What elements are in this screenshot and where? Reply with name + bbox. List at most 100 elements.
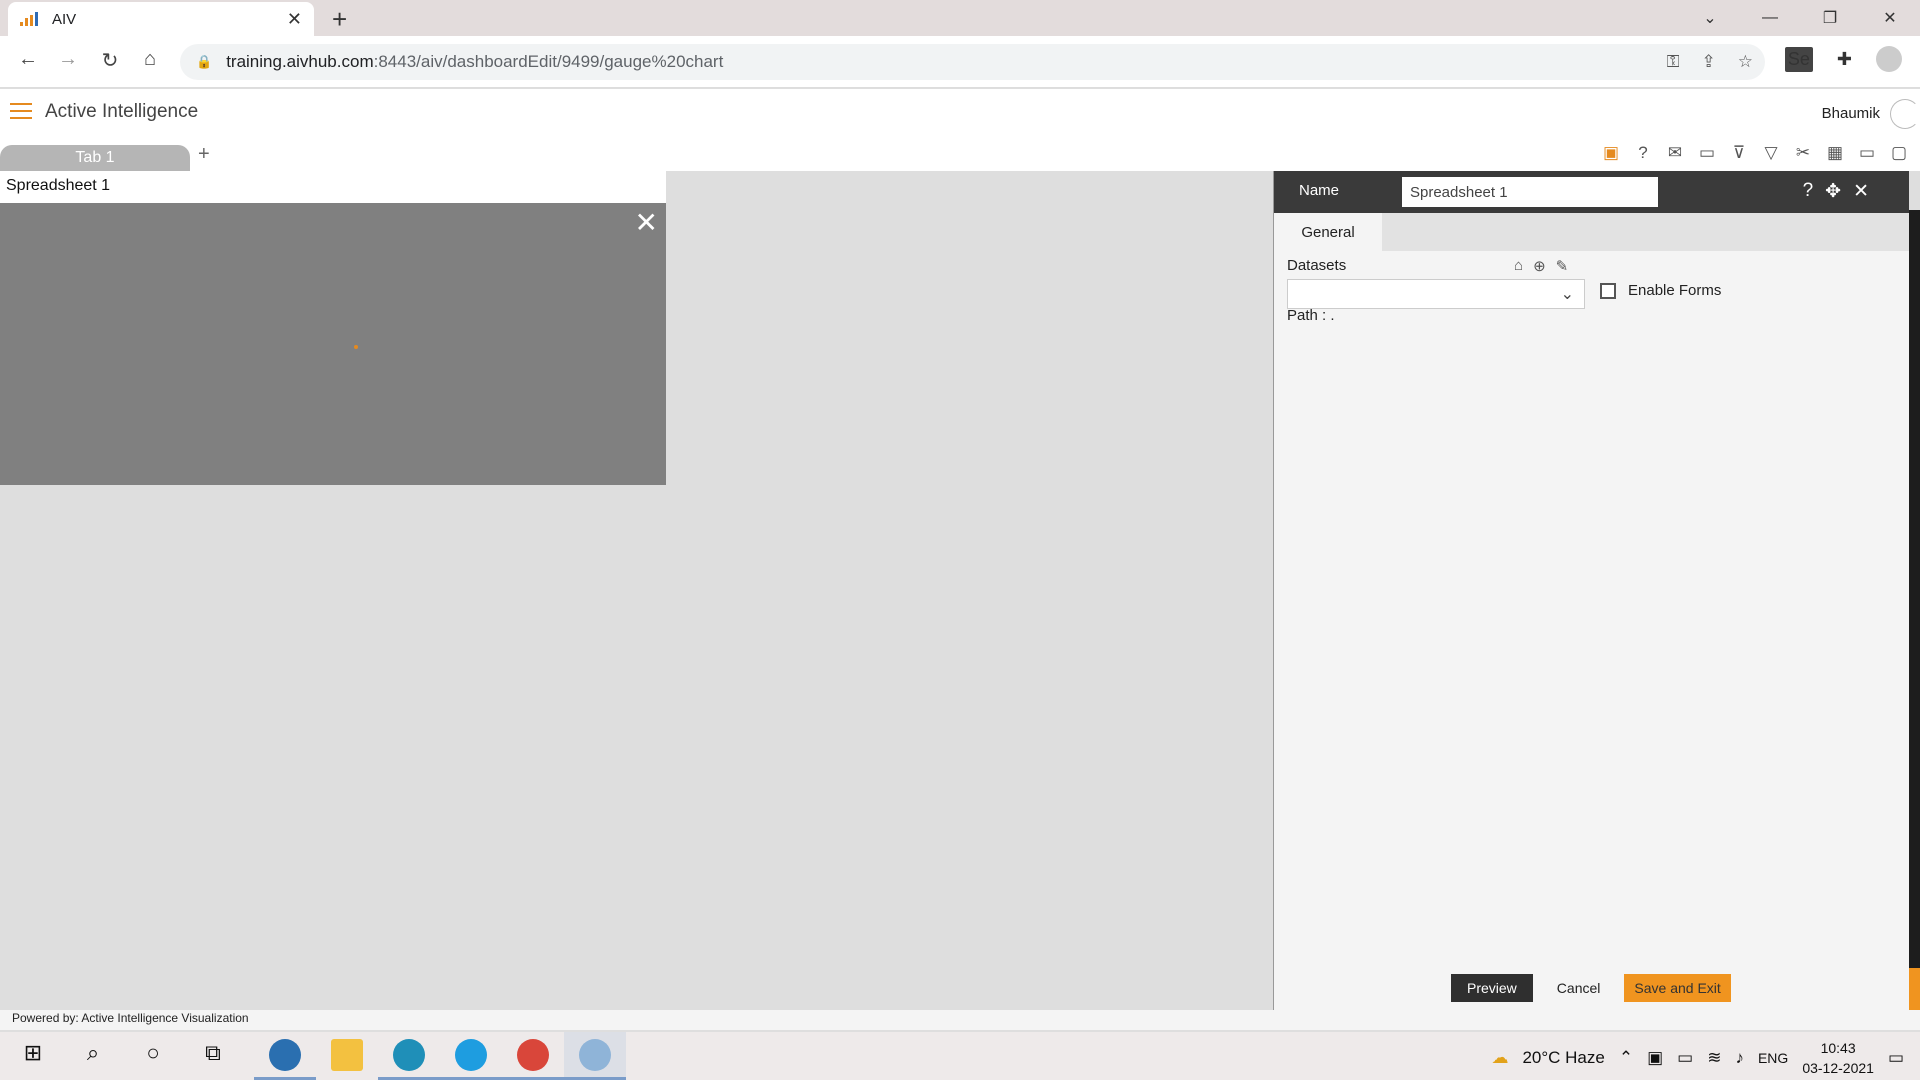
embed-icon[interactable]: ▭ (1858, 143, 1876, 163)
paint-app[interactable] (564, 1032, 626, 1080)
user-avatar[interactable] (1890, 99, 1920, 129)
properties-panel: Name ? ✥ ✕ General Datasets ⌂ ⊕ ✎ ⌄ Enab… (1273, 171, 1909, 1012)
dataset-add-icon[interactable]: ⊕ (1533, 257, 1546, 275)
datasets-label: Datasets (1287, 257, 1347, 274)
loading-spinner-icon (354, 345, 358, 349)
bookmark-star-icon[interactable]: ☆ (1738, 52, 1753, 72)
devices-icon[interactable]: ▢ (1890, 143, 1908, 163)
language-indicator[interactable]: ENG (1758, 1050, 1788, 1066)
file-explorer-app[interactable] (316, 1032, 378, 1080)
close-widget-icon[interactable]: ✕ (635, 209, 658, 237)
widget-title: Spreadsheet 1 (0, 171, 666, 203)
cortana-icon[interactable]: ○ (136, 1040, 170, 1066)
name-input[interactable] (1402, 177, 1658, 207)
share-icon[interactable]: ⇪ (1702, 52, 1716, 72)
preview-button[interactable]: Preview (1451, 974, 1533, 1002)
browser-tab[interactable]: AIV ✕ (8, 2, 314, 36)
weather-text[interactable]: 20°C Haze (1522, 1048, 1604, 1068)
taskbar-app-1[interactable] (254, 1032, 316, 1080)
save-icon[interactable]: ▣ (1602, 143, 1620, 163)
panel-help-icon[interactable]: ? (1803, 180, 1814, 203)
filter-icon[interactable]: ▽ (1762, 143, 1780, 163)
url-host: training.aivhub.com (226, 52, 374, 71)
edge-icon (393, 1038, 425, 1071)
key-icon[interactable]: ⚿ (1667, 52, 1680, 72)
user-name[interactable]: Bhaumik (1822, 105, 1880, 122)
selenium-extension-icon[interactable]: Se (1784, 46, 1813, 72)
dashboard-toolbar: ▣ ? ✉ ▭ ⊽ ▽ ✂ ▦ ▭ ▢ (1602, 143, 1908, 163)
move-icon[interactable]: ✥ (1825, 180, 1841, 203)
dashboard-tab-row: Tab 1 + ▣ ? ✉ ▭ ⊽ ▽ ✂ ▦ ▭ ▢ (0, 139, 1920, 171)
enable-forms-option[interactable]: Enable Forms (1600, 282, 1721, 299)
cancel-button[interactable]: Cancel (1541, 974, 1617, 1002)
volume-icon[interactable]: ♪ (1735, 1048, 1744, 1068)
close-window-icon[interactable]: ✕ (1860, 8, 1920, 28)
add-tab-button[interactable]: + (198, 143, 210, 166)
chrome-icon (517, 1038, 549, 1071)
url-path: :8443/aiv/dashboardEdit/9499/gauge%20cha… (373, 52, 724, 71)
clear-filter-icon[interactable]: ⊽ (1730, 143, 1748, 163)
spreadsheet-widget[interactable]: Spreadsheet 1 ✕ (0, 171, 666, 485)
browser-tab-title: AIV (52, 10, 77, 28)
tray-chevron-icon[interactable]: ⌃ (1619, 1048, 1633, 1068)
side-rail[interactable] (1909, 210, 1920, 1010)
chrome-app[interactable] (502, 1032, 564, 1080)
lock-icon[interactable]: 🔒 (196, 54, 212, 70)
dataset-home-icon[interactable]: ⌂ (1514, 257, 1523, 275)
new-tab-button[interactable]: + (332, 4, 347, 35)
tools-icon[interactable]: ✂ (1794, 143, 1812, 163)
help-icon[interactable]: ? (1634, 143, 1652, 163)
edge-app[interactable] (378, 1032, 440, 1080)
app-header: Active Intelligence Bhaumik (0, 89, 1920, 139)
home-icon[interactable]: ⌂ (136, 48, 164, 71)
weather-icon[interactable]: ☁ (1491, 1048, 1508, 1068)
clock[interactable]: 10:43 03-12-2021 (1802, 1038, 1874, 1078)
minimize-icon[interactable]: — (1740, 9, 1800, 27)
folder-icon (331, 1038, 363, 1071)
clock-date: 03-12-2021 (1802, 1060, 1874, 1076)
search-icon[interactable]: ⌕ (76, 1040, 110, 1066)
tab-search-icon[interactable]: ⌄ (1680, 8, 1740, 28)
address-bar: ← → ↻ ⌂ 🔒 training.aivhub.com:8443/aiv/d… (0, 36, 1920, 88)
task-view-icon[interactable]: ⧉ (196, 1040, 230, 1066)
browser-tabstrip: AIV ✕ + ⌄ — ❐ ✕ (0, 0, 1920, 36)
skype-app[interactable] (440, 1032, 502, 1080)
notifications-icon[interactable]: ▭ (1888, 1048, 1904, 1068)
forward-icon[interactable]: → (54, 48, 82, 71)
restore-icon[interactable]: ❐ (1800, 8, 1860, 28)
enable-forms-checkbox[interactable] (1600, 282, 1616, 299)
url-field[interactable]: 🔒 training.aivhub.com:8443/aiv/dashboard… (180, 44, 1765, 80)
windows-taskbar: ⊞ ⌕ ○ ⧉ ☁ 20°C Haze ⌃ ▣ ▭ ≋ ♪ ENG 10:43 … (0, 1032, 1920, 1080)
chevron-down-icon: ⌄ (1560, 286, 1574, 303)
panel-close-icon[interactable]: ✕ (1853, 180, 1869, 203)
meet-icon[interactable]: ▣ (1647, 1048, 1663, 1068)
datasets-dropdown[interactable]: ⌄ (1287, 279, 1585, 309)
paint-icon (579, 1038, 611, 1071)
profile-avatar[interactable] (1876, 46, 1902, 72)
window-controls: ⌄ — ❐ ✕ (1680, 0, 1920, 36)
reload-icon[interactable]: ↻ (96, 48, 124, 73)
windows-start-icon[interactable]: ⊞ (16, 1040, 50, 1066)
table-icon[interactable]: ▦ (1826, 143, 1844, 163)
comment-icon[interactable]: ▭ (1698, 143, 1716, 163)
app-icon (269, 1038, 301, 1071)
extensions-puzzle-icon[interactable]: ✚ (1837, 49, 1852, 70)
battery-icon[interactable]: ▭ (1677, 1048, 1693, 1068)
panel-header: Name ? ✥ ✕ (1274, 171, 1909, 213)
app-title: Active Intelligence (45, 101, 199, 122)
wifi-icon[interactable]: ≋ (1707, 1048, 1721, 1068)
footer: Powered by: Active Intelligence Visualiz… (0, 1010, 1920, 1030)
tab-general[interactable]: General (1274, 213, 1382, 251)
path-label: Path : . (1287, 307, 1335, 324)
hamburger-menu-icon[interactable] (10, 103, 32, 124)
skype-icon (455, 1038, 487, 1071)
clock-time: 10:43 (1820, 1040, 1856, 1056)
mail-icon[interactable]: ✉ (1666, 143, 1684, 163)
dataset-edit-icon[interactable]: ✎ (1556, 257, 1569, 275)
tab-1[interactable]: Tab 1 (0, 145, 190, 171)
back-icon[interactable]: ← (14, 48, 42, 71)
save-and-exit-button[interactable]: Save and Exit (1624, 974, 1731, 1002)
name-label: Name (1299, 182, 1340, 199)
widget-body: ✕ (0, 203, 666, 485)
close-tab-icon[interactable]: ✕ (287, 9, 302, 30)
